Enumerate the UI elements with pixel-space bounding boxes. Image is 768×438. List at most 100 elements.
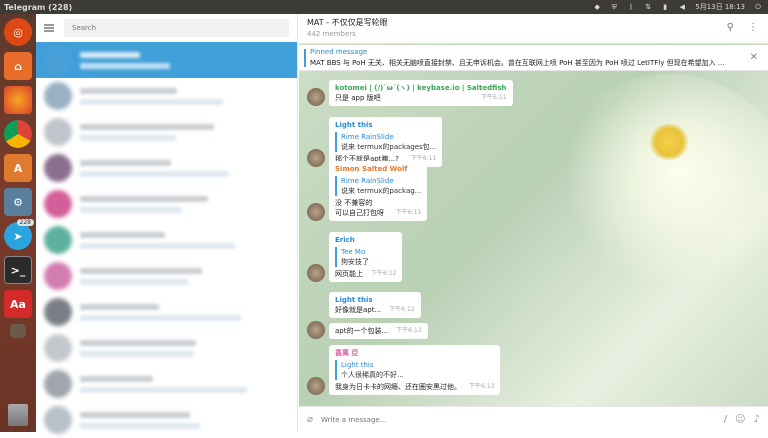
chat-preview [80,375,289,393]
redacted-title [80,195,208,202]
trash-icon[interactable] [8,404,28,426]
message[interactable]: apt的一个包装... 下午6:13 [307,321,428,339]
avatar [44,370,72,398]
avatar [44,262,72,290]
chat-list-item[interactable] [36,186,297,222]
volume-icon[interactable]: ◀ [678,3,686,11]
search-icon[interactable]: ⚲ [727,22,734,33]
message-text: 好像就是apt... [335,306,382,314]
wallpaper-flower-center [649,124,689,160]
avatar [44,82,72,110]
chat-preview [80,339,289,357]
avatar[interactable] [307,377,325,395]
redacted-preview [80,242,235,249]
redacted-title [80,123,214,130]
redacted-title [80,87,177,94]
wallpaper-flower [549,74,768,294]
message-text: 我身为日卡卡的网瘾、还在圈安黑过他。 [335,383,461,391]
terminal-icon[interactable]: >_ [4,256,32,284]
chat-list-item[interactable] [36,150,297,186]
bluetooth-icon[interactable]: ᛒ [627,3,635,11]
chat-list-item[interactable] [36,330,297,366]
firefox-icon[interactable] [4,86,32,114]
redacted-preview [80,422,200,429]
power-icon[interactable]: ⏻ [754,3,762,11]
message[interactable]: Erich Tee Mo 狗安技了 网页能上 下午6:12 [307,232,403,282]
reply-quote[interactable]: Tee Mo 狗安技了 [335,247,396,267]
chat-list-item[interactable] [36,42,297,78]
chat-header[interactable]: MAT - 不仅仅是写轮眼 442 members ⚲ ⋮ [299,14,768,44]
sender-name[interactable]: Light this [335,295,415,305]
system-settings-icon[interactable]: ⚙ [4,188,32,216]
close-icon[interactable]: ✕ [750,52,758,63]
software-center-icon[interactable]: A [4,154,32,182]
message[interactable]: 喜离 亞 Light this 个人很稀真的不好... 我身为日卡卡的网瘾、还在… [307,345,501,395]
chat-list-item[interactable] [36,294,297,330]
avatar[interactable] [307,88,325,106]
message-text: 没 不兼容的 可以自己打包呀 [335,199,384,217]
chat-list-item[interactable] [36,114,297,150]
ubuntu-icon[interactable]: ◎ [4,18,32,46]
redacted-title [80,267,202,274]
chat-list-item[interactable] [36,366,297,402]
search-input[interactable] [64,19,289,37]
avatar [44,190,72,218]
reply-quote[interactable]: Light this 个人很稀真的不好... [335,360,494,380]
reply-name: Rime RainSlide [341,133,394,141]
sender-name[interactable]: Simon Salted Wolf [335,164,421,174]
launcher: ◎ ⌂ A ⚙ ➤ 228 >_ Aa [0,14,36,432]
files-icon[interactable] [10,324,26,338]
dictionary-icon[interactable]: Aa [4,290,32,318]
chat-list-item[interactable] [36,78,297,114]
sender-name[interactable]: kotomei | (/)`ω´(ヽ) | keybase.io | Salte… [335,83,507,93]
telegram-icon[interactable]: ➤ 228 [4,219,34,250]
redacted-title [80,231,165,238]
avatar[interactable] [307,264,325,282]
sender-name[interactable]: Light this [335,120,436,130]
sender-name[interactable]: Erich [335,235,396,245]
message[interactable]: kotomei | (/)`ω´(ヽ) | keybase.io | Salte… [307,80,513,106]
chat-list-item[interactable] [36,258,297,294]
chat-list-item[interactable] [36,222,297,258]
more-icon[interactable]: ⋮ [748,22,758,33]
redacted-preview [80,134,176,141]
pinned-message[interactable]: Pinned message MAT BBS 与 PoH 无关、相关无脑喷直接封… [299,45,768,71]
attach-icon[interactable]: ⌀ [307,414,313,425]
menu-icon[interactable] [44,24,54,32]
message-text: 只是 app 版吧 [335,94,381,102]
network-icon[interactable]: ⇅ [644,3,652,11]
message[interactable]: Simon Salted Wolf Rime RainSlide 说来 term… [307,161,428,221]
avatar[interactable] [307,203,325,221]
clock[interactable]: 5月13日 18:13 [695,2,745,12]
message-input[interactable] [321,415,716,424]
message[interactable]: Light this Rime RainSlide 说来 termux的pack… [307,117,443,167]
redacted-preview [80,206,182,213]
emoji-icon[interactable]: ☺ [735,414,745,425]
message-time: 下午6:12 [389,306,415,313]
dropbox-icon[interactable]: ◆ [593,3,601,11]
chat-list-item[interactable] [36,402,297,438]
reply-name: Light this [341,361,374,369]
reply-name: Tee Mo [341,248,366,256]
avatar[interactable] [307,321,325,339]
reply-quote[interactable]: Rime RainSlide 说来 termux的packages包... [335,132,436,152]
shield-icon[interactable]: ⛨ [610,3,618,11]
message-time: 下午6:12 [371,270,397,277]
bot-command-icon[interactable]: / [724,414,727,425]
chat-preview [80,267,289,285]
battery-icon[interactable]: ▮ [661,3,669,11]
message-time: 下午6:11 [395,209,422,216]
message-bubble: Light this 好像就是apt... 下午6:12 [329,292,421,318]
message[interactable]: Light this 好像就是apt... 下午6:12 [307,292,421,318]
message-time: 下午6:13 [396,327,422,334]
home-folder-icon[interactable]: ⌂ [4,52,32,80]
redacted-preview [80,278,188,285]
reply-quote[interactable]: Rime RainSlide 说来 termux的packag... [335,176,421,196]
dictionary-glyph: Aa [10,297,26,311]
message-time: 下午6:13 [469,383,495,390]
redacted-preview [80,98,223,105]
sender-name[interactable]: 喜离 亞 [335,348,494,358]
chrome-icon[interactable] [4,120,32,148]
chat-panel: MAT - 不仅仅是写轮眼 442 members ⚲ ⋮ Pinned mes… [299,14,768,432]
microphone-icon[interactable]: ♪ [754,414,760,425]
